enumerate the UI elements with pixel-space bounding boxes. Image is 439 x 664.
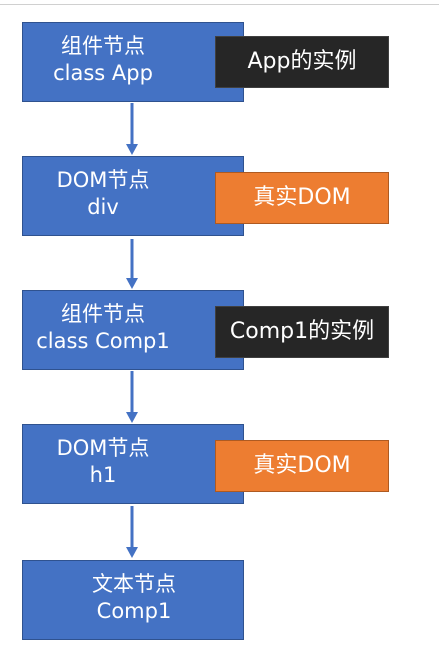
node-name-label: class App <box>53 61 153 85</box>
arrowhead-4 <box>126 547 138 558</box>
tag-comp1-instance: Comp1的实例 <box>215 306 389 358</box>
node-dom-h1: DOM节点 h1 <box>22 424 244 504</box>
node-name-label: div <box>87 195 119 219</box>
node-name-label: Comp1 <box>96 599 172 623</box>
node-text-comp1: 文本节点 Comp1 <box>22 560 244 640</box>
node-type-label: DOM节点 <box>56 168 150 192</box>
node-type-label: 文本节点 <box>92 572 176 596</box>
arrowhead-1 <box>126 144 138 155</box>
node-component-app: 组件节点 class App <box>22 22 244 102</box>
node-type-label: 组件节点 <box>61 302 145 326</box>
node-dom-div: DOM节点 div <box>22 156 244 236</box>
arrowhead-2 <box>126 278 138 289</box>
tag-real-dom: 真实DOM <box>215 172 389 224</box>
tag-app-instance: App的实例 <box>215 36 389 88</box>
arrowhead-3 <box>126 412 138 423</box>
node-name-label: class Comp1 <box>36 329 170 353</box>
tag-real-dom: 真实DOM <box>215 440 389 492</box>
node-name-label: h1 <box>89 463 117 487</box>
node-component-comp1: 组件节点 class Comp1 <box>22 290 244 370</box>
node-type-label: 组件节点 <box>61 34 145 58</box>
node-type-label: DOM节点 <box>56 436 150 460</box>
